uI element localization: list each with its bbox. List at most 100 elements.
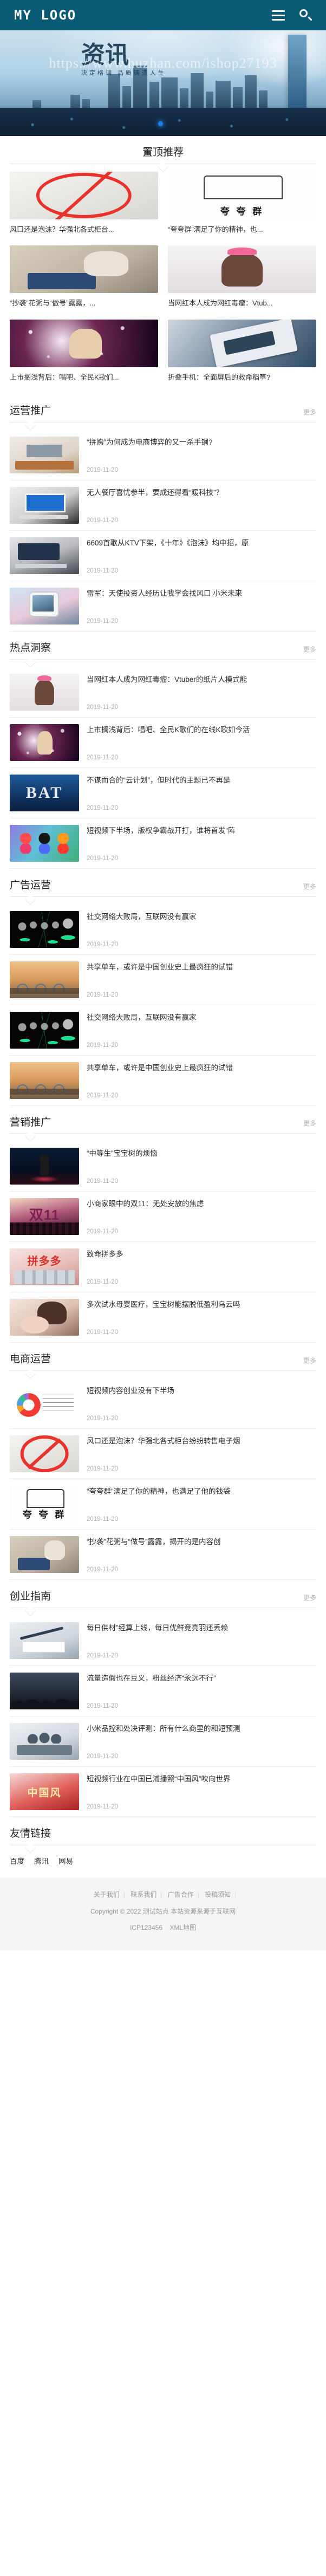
article-date: 2019-11-20 [87,1753,118,1760]
article-list-item[interactable]: 不谋而合的“云计划”，但时代的主题已不再是 2019-11-20 [10,768,316,818]
article-list-item[interactable]: 风口还是泡沫？华强北各式柜台纷纷转售电子烟 2019-11-20 [10,1429,316,1480]
article-body: 当网红本人成为网红毒瘤：Vtuber的纸片人模式能 2019-11-20 [87,674,316,711]
footer-icp-number[interactable]: ICP123456 [130,1924,162,1931]
footer-sep: | [197,1890,199,1898]
section-more-link[interactable]: 更多 [303,1356,316,1366]
article-list-item[interactable]: 上市搁浅背后：唱吧、全民K歌们的在线K歌如今活 2019-11-20 [10,718,316,768]
footer-xml-sitemap[interactable]: XML地图 [169,1924,196,1931]
header-actions [272,9,312,22]
article-body: 共享单车，或许是中国创业史上最疯狂的试错 2019-11-20 [87,1062,316,1099]
article-thumbnail [10,487,79,524]
section-more-link[interactable]: 更多 [303,645,316,655]
article-list-item[interactable]: 当网红本人成为网红毒瘤：Vtuber的纸片人模式能 2019-11-20 [10,667,316,718]
friend-link-baidu[interactable]: 百度 [10,1855,24,1866]
crowd-image [10,1673,79,1710]
article-list-item[interactable]: 6609首歌从KTV下架，《十年》《泡沫》均中招，原 2019-11-20 [10,531,316,582]
article-list-item[interactable]: 共享单车，或许是中国创业史上最疯狂的试错 2019-11-20 [10,955,316,1005]
article-body: 致命拼多多 2019-11-20 [87,1248,316,1285]
site-logo[interactable]: MY LOGO [14,8,76,23]
footer-link-about[interactable]: 关于我们 [90,1891,123,1898]
article-list-item[interactable]: “夸夸群”满足了你的精神，也满足了他的钱袋 2019-11-20 [10,1479,316,1530]
friend-link-tencent[interactable]: 腾讯 [34,1855,49,1866]
article-body: 流量造假也在豆义，粉丝经济“永远不行” 2019-11-20 [87,1673,316,1709]
featured-grid: 风口还是泡沫？华强北各式柜台... “夸夸群”满足了你的精神，也... “抄袭”… [10,171,316,395]
footer-link-advertise[interactable]: 广告合作 [164,1891,198,1898]
search-icon[interactable] [299,9,312,22]
footer-sep: | [123,1890,125,1898]
office-image [10,437,79,474]
featured-card[interactable]: 上市搁浅背后：唱吧、全民K歌们... [10,319,158,392]
featured-card[interactable]: 折叠手机：全面屏后的救命稻草? [168,319,316,392]
article-title: 短视频下半场，版权争霸战开打，谁将首发“阵 [87,826,236,835]
article-list-item[interactable]: 社交网络大败局，互联网没有赢家 2019-11-20 [10,905,316,955]
article-list-item[interactable]: 小米品控和处决评测：所有什么商里的和短预测 2019-11-20 [10,1716,316,1767]
list-section: 热点洞察 更多 当网红本人成为网红毒瘤：Vtuber的纸片人模式能 2019-11-2… [0,632,326,869]
article-date: 2019-11-20 [87,1042,118,1049]
featured-card-title: 折叠手机：全面屏后的救命稻草? [168,373,271,381]
article-body: 短视频行业在中国已浦播照“中国风”吹向世界 2019-11-20 [87,1773,316,1810]
article-date: 2019-11-20 [87,467,118,474]
footer-link-submission[interactable]: 投稿须知 [201,1891,234,1898]
article-list-item[interactable]: “抄袭”花粥与“做号”露露，揭开的是内容创 2019-11-20 [10,1530,316,1580]
teamwork-image [10,1723,79,1760]
laptop-image [10,487,79,524]
article-date: 2019-11-20 [87,704,118,711]
featured-card[interactable]: 风口还是泡沫？华强北各式柜台... [10,171,158,244]
section-header: 广告运营 更多 [10,869,316,896]
list-section: 营销推广 更多 “中等生”宝宝树的烦恼2019-11-20小商家眼中的双11：无处安… [0,1105,326,1343]
article-thumbnail [10,1486,79,1523]
article-body: 社交网络大败局，互联网没有赢家 2019-11-20 [87,1012,316,1049]
article-body: 小米品控和处决评测：所有什么商里的和短预测 2019-11-20 [87,1723,316,1760]
article-thumbnail [10,1622,79,1660]
article-list: 每日供材”经算上线，每日优鲜竟亮羽还丢赖 2019-11-20 流量造假也在豆义，粉… [10,1616,316,1818]
article-list-item[interactable]: 短视频行业在中国已浦播照“中国风”吹向世界 2019-11-20 [10,1767,316,1818]
article-date: 2019-11-20 [87,618,118,625]
article-thumbnail [10,437,79,474]
list-section: 运营推广 更多 “拼购”为何成为电商博弈的又一杀手锏? 2019-11-20 无人餐厅喜… [0,394,326,632]
article-list-item[interactable]: 雷军：天使投资人经历让我学会找风口 小米未来 2019-11-20 [10,581,316,632]
article-thumbnail [10,1299,79,1336]
hamburger-menu-icon[interactable] [272,10,285,21]
footer-link-contact[interactable]: 联系我们 [127,1891,160,1898]
ktv-singing-image [10,319,158,367]
article-list: 社交网络大败局，互联网没有赢家 2019-11-20 共享单车，或许是中国创业史上最… [10,905,316,1106]
article-list-item[interactable]: 多次试水母婴医疗，宝宝树能摆脱低盈利乌云吗 2019-11-20 [10,1292,316,1343]
article-thumbnail [10,1248,79,1286]
article-title: 小米品控和处决评测：所有什么商里的和短预测 [87,1725,240,1733]
bikes-image [10,1062,79,1099]
section-divider [10,1370,316,1371]
featured-card-title: 风口还是泡沫？华强北各式柜台... [10,225,114,233]
friend-link-netease[interactable]: 网易 [58,1855,73,1866]
hero-banner[interactable]: 资讯 决定格调 品质铸造人生 https://www.huzhan.com/is… [0,30,326,136]
section-header: 营销推广 更多 [10,1106,316,1134]
article-list-item[interactable]: 致命拼多多 2019-11-20 [10,1242,316,1293]
article-list-item[interactable]: 每日供材”经算上线，每日优鲜竟亮羽还丢赖 2019-11-20 [10,1616,316,1667]
footer-sep: | [160,1890,162,1898]
article-list-item[interactable]: 短视频内容创业没有下半场 2019-11-20 [10,1378,316,1429]
article-list-item[interactable]: 流量造假也在豆义，粉丝经济“永远不行” 2019-11-20 [10,1666,316,1717]
article-thumbnail [10,1723,79,1760]
article-date: 2019-11-20 [87,1415,118,1422]
section-title: 营销推广 [10,1116,51,1128]
china-image [10,1773,79,1811]
featured-card[interactable]: 当网红本人成为网红毒瘤：Vtub... [168,245,316,317]
article-list-item[interactable]: 小商家眼中的双11：无处安放的焦虑 2019-11-20 [10,1192,316,1243]
article-date: 2019-11-20 [87,941,118,948]
article-list-item[interactable]: “拼购”为何成为电商博弈的又一杀手锏? 2019-11-20 [10,430,316,481]
article-thumbnail [10,1011,79,1049]
section-more-link[interactable]: 更多 [303,1118,316,1129]
article-list-item[interactable]: 社交网络大败局，互联网没有赢家 2019-11-20 [10,1005,316,1056]
friend-links-header: 友情链接 [10,1817,316,1845]
featured-card[interactable]: “抄袭”花粥与“做号”露露，... [10,245,158,317]
footer-icp-row: ICP123456 XML地图 [10,1923,316,1932]
section-more-link[interactable]: 更多 [303,407,316,418]
article-list-item[interactable]: 短视频下半场，版权争霸战开打，谁将首发“阵 2019-11-20 [10,818,316,869]
article-list-item[interactable]: “中等生”宝宝树的烦恼 2019-11-20 [10,1141,316,1192]
section-more-link[interactable]: 更多 [303,882,316,892]
article-list-item[interactable]: 无人餐厅喜忧参半，要成还得看“暖科技”？ 2019-11-20 [10,480,316,531]
article-thumbnail [10,724,79,761]
article-list-item[interactable]: 共享单车，或许是中国创业史上最疯狂的试错 2019-11-20 [10,1056,316,1106]
section-more-link[interactable]: 更多 [303,1593,316,1603]
featured-card[interactable]: “夸夸群”满足了你的精神，也... [168,171,316,244]
article-thumbnail [10,1435,79,1473]
